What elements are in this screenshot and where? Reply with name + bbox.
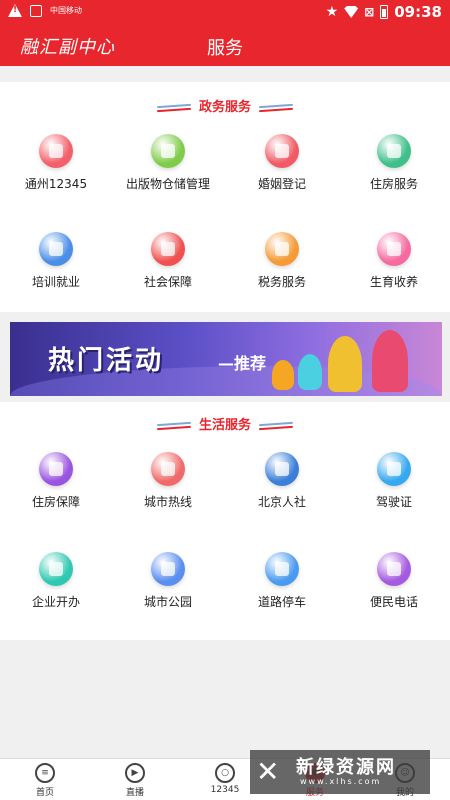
service-item-label: 城市热线 [143,495,192,509]
service-item-label: 出版物仓储管理 [125,177,210,191]
service-item-label: 社会保障 [143,275,192,289]
nav-item-label: 首页 [35,788,54,798]
service-item-label: 道路停车 [257,595,306,609]
people-icon [39,232,73,266]
service-item[interactable]: 社会保障 [112,232,224,290]
carrier-text: 中国移动 [50,6,82,15]
app-header: 融汇副中心 服务 [0,26,450,66]
left-swoosh-icon [156,421,192,430]
home-list-icon: ≡ [35,763,55,783]
service-item[interactable]: 通州12345 [0,134,112,192]
baby-icon [377,232,411,266]
nav-item-label: 12345 [210,785,240,795]
performers-illustration [262,326,422,392]
enterprise-icon [39,552,73,586]
heart-icon [265,134,299,168]
hot-activity-banner[interactable]: 热门活动 —推荐 [10,322,442,396]
service-item[interactable]: 企业开办 [0,552,112,610]
status-bar: 中国移动 ★ ⊠ 09:38 [0,0,450,26]
service-item[interactable]: 生育收养 [338,232,450,290]
id-card-icon [151,232,185,266]
service-item-label: 税务服务 [257,275,306,289]
service-item-label: 住房保障 [31,495,80,509]
right-swoosh-icon [258,103,294,112]
life-service-section: 生活服务 住房保障 城市热线 北京人社 驾驶证企业开办 城市公园 道路停车 便民电话 [0,402,450,640]
service-item[interactable]: 道路停车 [226,552,338,610]
service-item-label: 婚姻登记 [257,177,306,191]
service-item[interactable]: 培训就业 [0,232,112,290]
wifi-icon [344,6,359,18]
service-item[interactable]: 出版物仓储管理 [112,134,224,192]
watermark-name: 新绿资源网 [296,757,396,778]
watermark-url: www.xlhs.com [300,777,382,786]
banner-title: 热门活动 [48,346,165,376]
service-item-label: 驾驶证 [375,495,412,509]
nav-item-2[interactable]: ○ 12345 [195,763,255,795]
service-item[interactable]: 便民电话 [338,552,450,610]
service-item-label: 便民电话 [369,595,418,609]
watermark-logo: ✕ 新绿资源网 www.xlhs.com [250,750,430,794]
warning-icon [8,4,22,17]
right-swoosh-icon [258,421,294,430]
license-icon [377,452,411,486]
no-signal-icon: ⊠ [364,5,375,19]
service-item-label: 通州12345 [24,177,88,191]
watermark-x-icon: ✕ [256,755,280,788]
service-item[interactable]: 税务服务 [226,232,338,290]
service-item[interactable]: 婚姻登记 [226,134,338,192]
park-icon [151,552,185,586]
service-item[interactable]: 北京人社 [226,452,338,510]
warehouse-icon [151,134,185,168]
housing-icon [39,452,73,486]
service-item-label: 培训就业 [31,275,80,289]
nav-item-label: 直播 [125,788,144,798]
phone-book-icon [151,452,185,486]
page-title: 服务 [207,38,243,59]
bulb-icon: ○ [215,763,235,783]
clock: 09:38 [394,3,442,21]
nav-item-1[interactable]: ▶ 直播 [105,763,165,798]
gov-section-title: 政务服务 [0,96,450,115]
tax-icon [265,232,299,266]
building-icon [377,134,411,168]
service-item-label: 企业开办 [31,595,80,609]
service-item-label: 生育收养 [369,275,418,289]
hotline-icon [39,134,73,168]
gov-service-section: 政务服务 通州12345 出版物仓储管理 婚姻登记 住房服务培训就业 社会保障 税务服务 生… [0,82,450,312]
family-icon [265,452,299,486]
service-item-label: 城市公园 [143,595,192,609]
service-item[interactable]: 驾驶证 [338,452,450,510]
banner-subtitle: —推荐 [218,354,267,373]
left-swoosh-icon [156,103,192,112]
service-item[interactable]: 住房服务 [338,134,450,192]
nav-item-0[interactable]: ≡ 首页 [15,763,75,798]
service-item[interactable]: 城市公园 [112,552,224,610]
service-item-label: 住房服务 [369,177,418,191]
parking-icon [265,552,299,586]
service-item[interactable]: 城市热线 [112,452,224,510]
life-section-title: 生活服务 [0,414,450,433]
play-icon: ▶ [125,763,145,783]
service-item[interactable]: 住房保障 [0,452,112,510]
battery-icon [380,5,389,19]
convenience-phone-icon [377,552,411,586]
star-icon: ★ [325,4,339,20]
service-item-label: 北京人社 [257,495,306,509]
sim-card-icon [30,4,42,17]
